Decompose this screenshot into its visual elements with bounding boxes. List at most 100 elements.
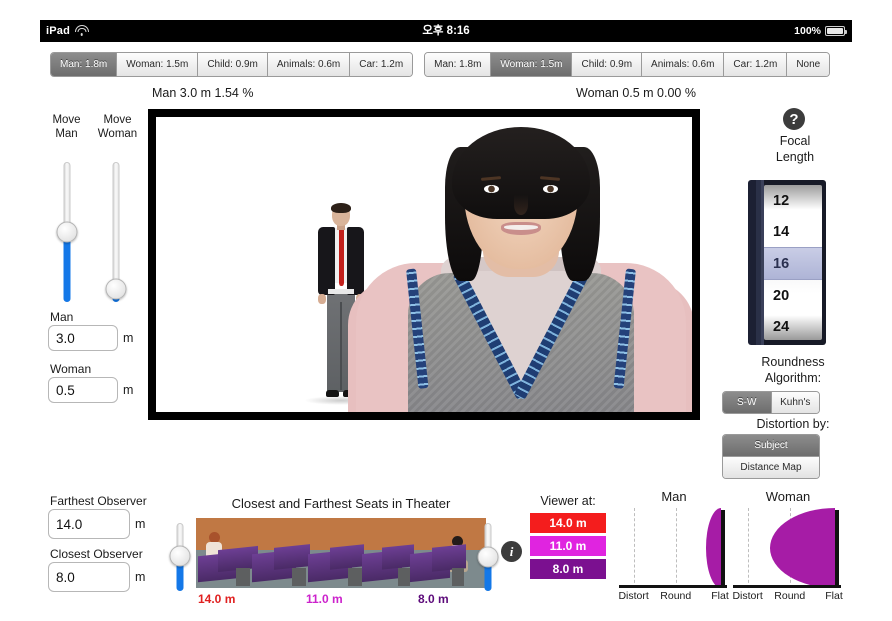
- tick-distort: Distort: [618, 590, 649, 602]
- focal-length-picker[interactable]: 12 14 16 20 24: [748, 180, 826, 345]
- bezel-left: [0, 0, 40, 621]
- closest-observer-input[interactable]: 8.0: [48, 562, 130, 592]
- man-readout: Man 3.0 m 1.54 %: [152, 86, 254, 100]
- focal-option-12[interactable]: 12: [764, 185, 822, 216]
- theater-seats-image: [196, 518, 486, 588]
- theater-distance-middle: 11.0 m: [306, 592, 343, 606]
- man-roundness-shape: [705, 508, 721, 588]
- status-bar-right: 100%: [794, 20, 848, 42]
- question-mark-icon[interactable]: ?: [783, 108, 805, 130]
- woman-distance-unit: m: [123, 383, 134, 397]
- woman-roundness-chart: Woman Distort Round Flat: [732, 489, 843, 606]
- farthest-observer-slider[interactable]: [169, 523, 191, 591]
- status-bar: iPad 오후 8:16 100%: [40, 20, 852, 42]
- distortion-by-control[interactable]: Subject Distance Map: [722, 434, 820, 479]
- seg-right-item-car[interactable]: Car: 1.2m: [724, 52, 788, 76]
- move-man-label-line2: Man: [55, 128, 78, 140]
- roundness-algorithm-control[interactable]: S-W Kuhn's: [722, 391, 820, 414]
- bezel-top: [0, 0, 892, 20]
- distortion-by-title: Distortion by:: [756, 417, 830, 431]
- gridline: [675, 508, 677, 588]
- woman-figure-render: [346, 121, 692, 412]
- woman-chart-title: Woman: [765, 489, 811, 504]
- slider-knob[interactable]: [56, 221, 78, 243]
- theater-distance-closest: 8.0 m: [418, 592, 449, 606]
- farthest-observer-label: Farthest Observer: [50, 494, 147, 508]
- roundness-option-kuhns[interactable]: Kuhn's: [771, 392, 819, 413]
- battery-percent: 100%: [794, 25, 821, 37]
- viewer-at-title: Viewer at:: [540, 494, 596, 508]
- man-distance-field-group: Man 3.0 m: [48, 310, 133, 351]
- seg-left-item-man[interactable]: Man: 1.8m: [51, 52, 118, 76]
- info-icon[interactable]: i: [501, 541, 522, 562]
- woman-distance-input[interactable]: 0.5: [48, 377, 118, 403]
- man-chart-title: Man: [661, 489, 687, 504]
- roundness-title-line2: Algorithm:: [764, 371, 822, 385]
- farthest-observer-field-group: Farthest Observer 14.0 m: [48, 494, 147, 539]
- viewer-at-buttons: 14.0 m 11.0 m 8.0 m: [530, 513, 606, 582]
- bezel-bottom: [0, 612, 892, 621]
- distortion-option-subject[interactable]: Subject: [723, 435, 819, 457]
- woman-distance-field-group: Woman 0.5 m: [48, 362, 133, 403]
- move-man-slider[interactable]: [56, 162, 78, 302]
- focal-length-title-line1: Focal: [779, 134, 811, 148]
- woman-roundness-shape: [770, 508, 835, 588]
- focal-option-24[interactable]: 24: [764, 311, 822, 340]
- flat-axis-bar: [721, 510, 725, 588]
- roundness-option-sw[interactable]: S-W: [723, 392, 772, 413]
- seg-right-item-animals[interactable]: Animals: 0.6m: [642, 52, 725, 76]
- focal-length-title-line2: Length: [775, 150, 815, 164]
- gridline: [633, 508, 635, 588]
- move-woman-label: Move Woman: [96, 113, 139, 141]
- slider-knob[interactable]: [169, 545, 191, 567]
- closest-observer-field-group: Closest Observer 8.0 m: [48, 547, 145, 592]
- theater-title: Closest and Farthest Seats in Theater: [231, 496, 451, 511]
- move-woman-slider[interactable]: [105, 162, 127, 302]
- farthest-observer-input[interactable]: 14.0: [48, 509, 130, 539]
- roundness-algorithm-title: Roundness Algorithm:: [718, 354, 868, 386]
- move-woman-label-line1: Move: [103, 114, 132, 126]
- seg-right-item-man[interactable]: Man: 1.8m: [425, 52, 492, 76]
- render-viewport[interactable]: [148, 109, 700, 420]
- battery-icon: [825, 26, 848, 36]
- tick-flat: Flat: [711, 590, 729, 602]
- focal-option-20[interactable]: 20: [764, 280, 822, 311]
- seg-right-item-child[interactable]: Child: 0.9m: [572, 52, 643, 76]
- viewer-button-11m[interactable]: 11.0 m: [530, 536, 606, 556]
- move-slider-labels: Move Man Move Woman: [45, 113, 140, 141]
- seg-right-item-none[interactable]: None: [787, 52, 830, 76]
- seg-left-item-woman[interactable]: Woman: 1.5m: [117, 52, 199, 76]
- segmented-control-right[interactable]: Man: 1.8m Woman: 1.5m Child: 0.9m Animal…: [424, 51, 831, 77]
- tick-flat: Flat: [825, 590, 843, 602]
- focal-option-14[interactable]: 14: [764, 216, 822, 247]
- tick-round: Round: [774, 590, 806, 602]
- move-man-label-line1: Move: [52, 114, 81, 126]
- distortion-option-distance-map[interactable]: Distance Map: [723, 457, 819, 478]
- man-chart-plot: [619, 508, 727, 588]
- focal-option-16[interactable]: 16: [764, 247, 822, 280]
- seg-left-item-animals[interactable]: Animals: 0.6m: [267, 52, 351, 76]
- man-distance-input[interactable]: 3.0: [48, 325, 118, 351]
- viewer-button-14m[interactable]: 14.0 m: [530, 513, 606, 533]
- viewer-button-8m[interactable]: 8.0 m: [530, 559, 606, 579]
- closest-observer-slider[interactable]: [477, 523, 499, 591]
- slider-knob[interactable]: [477, 546, 499, 568]
- gridline: [747, 508, 749, 588]
- theater-distance-farthest: 14.0 m: [198, 592, 236, 606]
- closest-observer-unit: m: [135, 570, 146, 584]
- seg-right-item-woman[interactable]: Woman: 1.5m: [491, 52, 573, 76]
- man-roundness-chart: Man Distort Round Flat: [618, 489, 729, 606]
- woman-chart-plot: [733, 508, 841, 588]
- man-field-label: Man: [50, 310, 74, 324]
- theater-distance-labels: 14.0 m 11.0 m 8.0 m: [196, 592, 486, 608]
- roundness-title-line1: Roundness: [761, 355, 825, 369]
- man-chart-ticks: Distort Round Flat: [618, 590, 729, 606]
- seg-left-item-child[interactable]: Child: 0.9m: [198, 52, 268, 76]
- chart-baseline: [619, 585, 727, 588]
- segmented-control-left[interactable]: Man: 1.8m Woman: 1.5m Child: 0.9m Animal…: [50, 51, 414, 77]
- bezel-right: [852, 0, 892, 621]
- slider-knob[interactable]: [105, 278, 127, 300]
- seg-left-item-car[interactable]: Car: 1.2m: [350, 52, 413, 76]
- tick-distort: Distort: [732, 590, 763, 602]
- object-size-controls-row: Man: 1.8m Woman: 1.5m Child: 0.9m Animal…: [40, 49, 852, 79]
